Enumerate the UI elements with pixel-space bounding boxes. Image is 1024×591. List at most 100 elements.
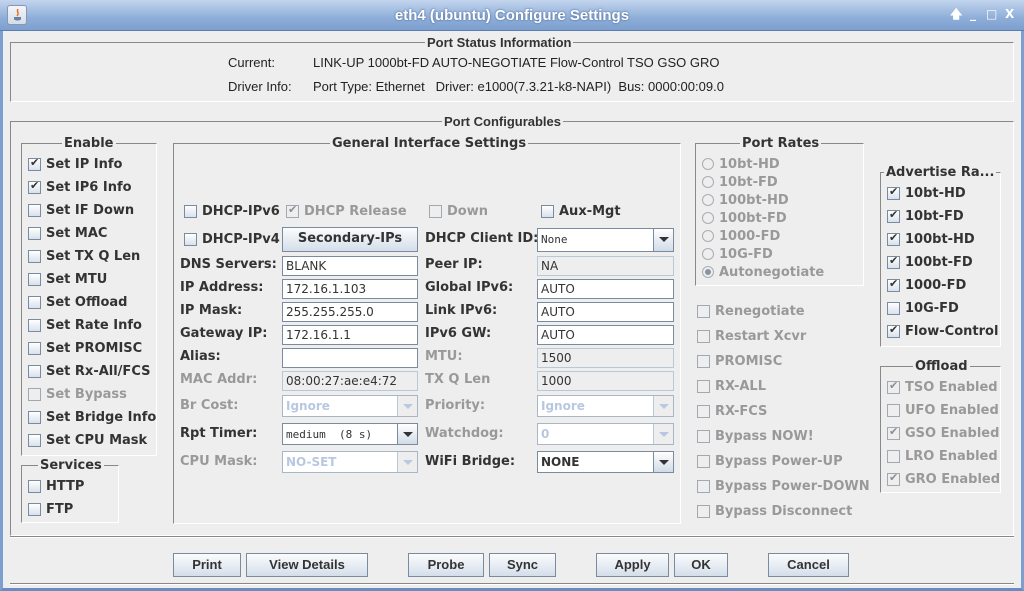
checkbox-box[interactable] [697,354,710,368]
checkbox-box[interactable] [28,272,41,286]
advertise-flow-control-checkbox[interactable]: Flow-Control [887,322,998,340]
misc-rx-all-checkbox[interactable]: RX-ALL [697,377,766,395]
checkbox-box[interactable] [541,204,554,218]
misc-bypass-power-down-checkbox[interactable]: Bypass Power-DOWN [697,477,870,495]
checkbox-box[interactable] [28,156,41,171]
misc-bypass-now-checkbox[interactable]: Bypass NOW! [697,427,814,445]
checkbox-box[interactable] [887,425,900,440]
link-ipv6-input[interactable]: AUTO [537,302,674,322]
checkbox-box[interactable] [697,429,710,443]
dhcp-client-id-select[interactable]: None [537,228,674,252]
radio-circle[interactable] [702,230,714,242]
checkbox-box[interactable] [28,318,41,332]
offload-gro-enabled-checkbox[interactable]: GRO Enabled [887,470,1000,488]
chevron-down-icon[interactable] [653,424,673,444]
sync-button[interactable]: Sync [489,553,556,577]
misc-bypass-disconnect-checkbox[interactable]: Bypass Disconnect [697,502,852,520]
service-http-checkbox[interactable]: HTTP [28,477,84,495]
enable-set-tx-q-len-checkbox[interactable]: Set TX Q Len [28,247,140,265]
port-rate-10g-fd-radio[interactable]: 10G-FD [702,245,773,263]
checkbox-box[interactable] [697,329,710,343]
checkbox-box[interactable] [697,479,710,493]
chevron-down-icon[interactable] [397,396,417,416]
dhcp-ipv4-checkbox[interactable]: DHCP-IPv4 [184,230,280,248]
br-cost-select[interactable]: Ignore [282,395,418,417]
enable-set-cpu-mask-checkbox[interactable]: Set CPU Mask [28,431,147,449]
minimize-button[interactable]: _ [970,6,976,22]
priority-select[interactable]: Ignore [537,395,674,417]
alias-input[interactable] [282,348,418,368]
checkbox-box[interactable] [697,379,710,393]
port-rate-1000-fd-radio[interactable]: 1000-FD [702,227,780,245]
radio-circle[interactable] [702,158,714,170]
pin-icon[interactable]: 🡅 [950,6,962,22]
chevron-down-icon[interactable] [397,424,417,444]
port-rate-100bt-fd-radio[interactable]: 100bt-FD [702,209,787,227]
checkbox-box[interactable] [28,295,41,309]
dns-servers-input[interactable]: BLANK [282,256,418,276]
checkbox-box[interactable] [887,208,900,223]
radio-circle[interactable] [702,248,714,260]
enable-set-if-down-checkbox[interactable]: Set IF Down [28,201,134,219]
checkbox-box[interactable] [28,433,41,447]
checkbox-box[interactable] [887,185,900,200]
enable-set-ip6-info-checkbox[interactable]: Set IP6 Info [28,178,132,196]
checkbox-box[interactable] [887,301,900,315]
ipv6-gw-input[interactable]: AUTO [537,325,674,345]
enable-set-mtu-checkbox[interactable]: Set MTU [28,270,107,288]
checkbox-box[interactable] [887,277,900,292]
port-rate-autonegotiate-radio[interactable]: Autonegotiate [702,263,824,281]
cancel-button[interactable]: Cancel [768,553,849,577]
checkbox-box[interactable] [286,203,299,218]
watchdog-select[interactable]: 0 [537,423,674,445]
checkbox-box[interactable] [887,403,900,417]
misc-bypass-power-up-checkbox[interactable]: Bypass Power-UP [697,452,843,470]
misc-rx-fcs-checkbox[interactable]: RX-FCS [697,402,767,420]
chevron-down-icon[interactable] [653,452,673,472]
dhcp-release-checkbox[interactable]: DHCP Release [286,202,407,220]
misc-renegotiate-checkbox[interactable]: Renegotiate [697,302,805,320]
offload-lro-enabled-checkbox[interactable]: LRO Enabled [887,447,998,465]
checkbox-box[interactable] [28,364,41,378]
enable-set-bypass-checkbox[interactable]: Set Bypass [28,385,127,403]
apply-button[interactable]: Apply [596,553,669,577]
checkbox-box[interactable] [28,341,41,355]
wifi-bridge-select[interactable]: NONE [537,451,674,473]
checkbox-box[interactable] [697,454,710,468]
checkbox-box[interactable] [697,504,710,518]
misc-promisc-checkbox[interactable]: PROMISC [697,352,782,370]
rpt-timer-select[interactable]: medium (8 s) [282,423,418,445]
enable-set-promisc-checkbox[interactable]: Set PROMISC [28,339,142,357]
print-button[interactable]: Print [173,553,241,577]
global-ipv6-input[interactable]: AUTO [537,279,674,299]
chevron-down-icon[interactable] [397,452,417,472]
advertise-1000-fd-checkbox[interactable]: 1000-FD [887,276,966,294]
checkbox-box[interactable] [28,387,41,401]
checkbox-box[interactable] [28,203,41,217]
cpu-mask-select[interactable]: NO-SET [282,451,418,473]
port-rate-100bt-hd-radio[interactable]: 100bt-HD [702,191,789,209]
checkbox-box[interactable] [697,404,710,418]
advertise-10bt-fd-checkbox[interactable]: 10bt-FD [887,207,964,225]
checkbox-box[interactable] [887,471,900,486]
port-rate-10bt-fd-radio[interactable]: 10bt-FD [702,173,778,191]
advertise-100bt-hd-checkbox[interactable]: 100bt-HD [887,230,975,248]
enable-set-rate-info-checkbox[interactable]: Set Rate Info [28,316,142,334]
checkbox-box[interactable] [28,479,41,493]
aux-mgt-checkbox[interactable]: Aux-Mgt [541,202,621,220]
radio-circle[interactable] [702,194,714,206]
probe-button[interactable]: Probe [408,553,484,577]
radio-circle[interactable] [702,176,714,188]
offload-gso-enabled-checkbox[interactable]: GSO Enabled [887,424,999,442]
enable-set-ip-info-checkbox[interactable]: Set IP Info [28,155,123,173]
enable-set-offload-checkbox[interactable]: Set Offload [28,293,128,311]
checkbox-box[interactable] [429,204,442,218]
checkbox-box[interactable] [887,323,900,338]
checkbox-box[interactable] [887,231,900,246]
enable-set-bridge-info-checkbox[interactable]: Set Bridge Info [28,408,156,426]
checkbox-box[interactable] [697,304,710,318]
secondary-ips-button[interactable]: Secondary-IPs [282,227,418,252]
chevron-down-icon[interactable] [653,229,673,251]
close-button[interactable]: X [1005,6,1014,22]
checkbox-box[interactable] [887,449,900,463]
